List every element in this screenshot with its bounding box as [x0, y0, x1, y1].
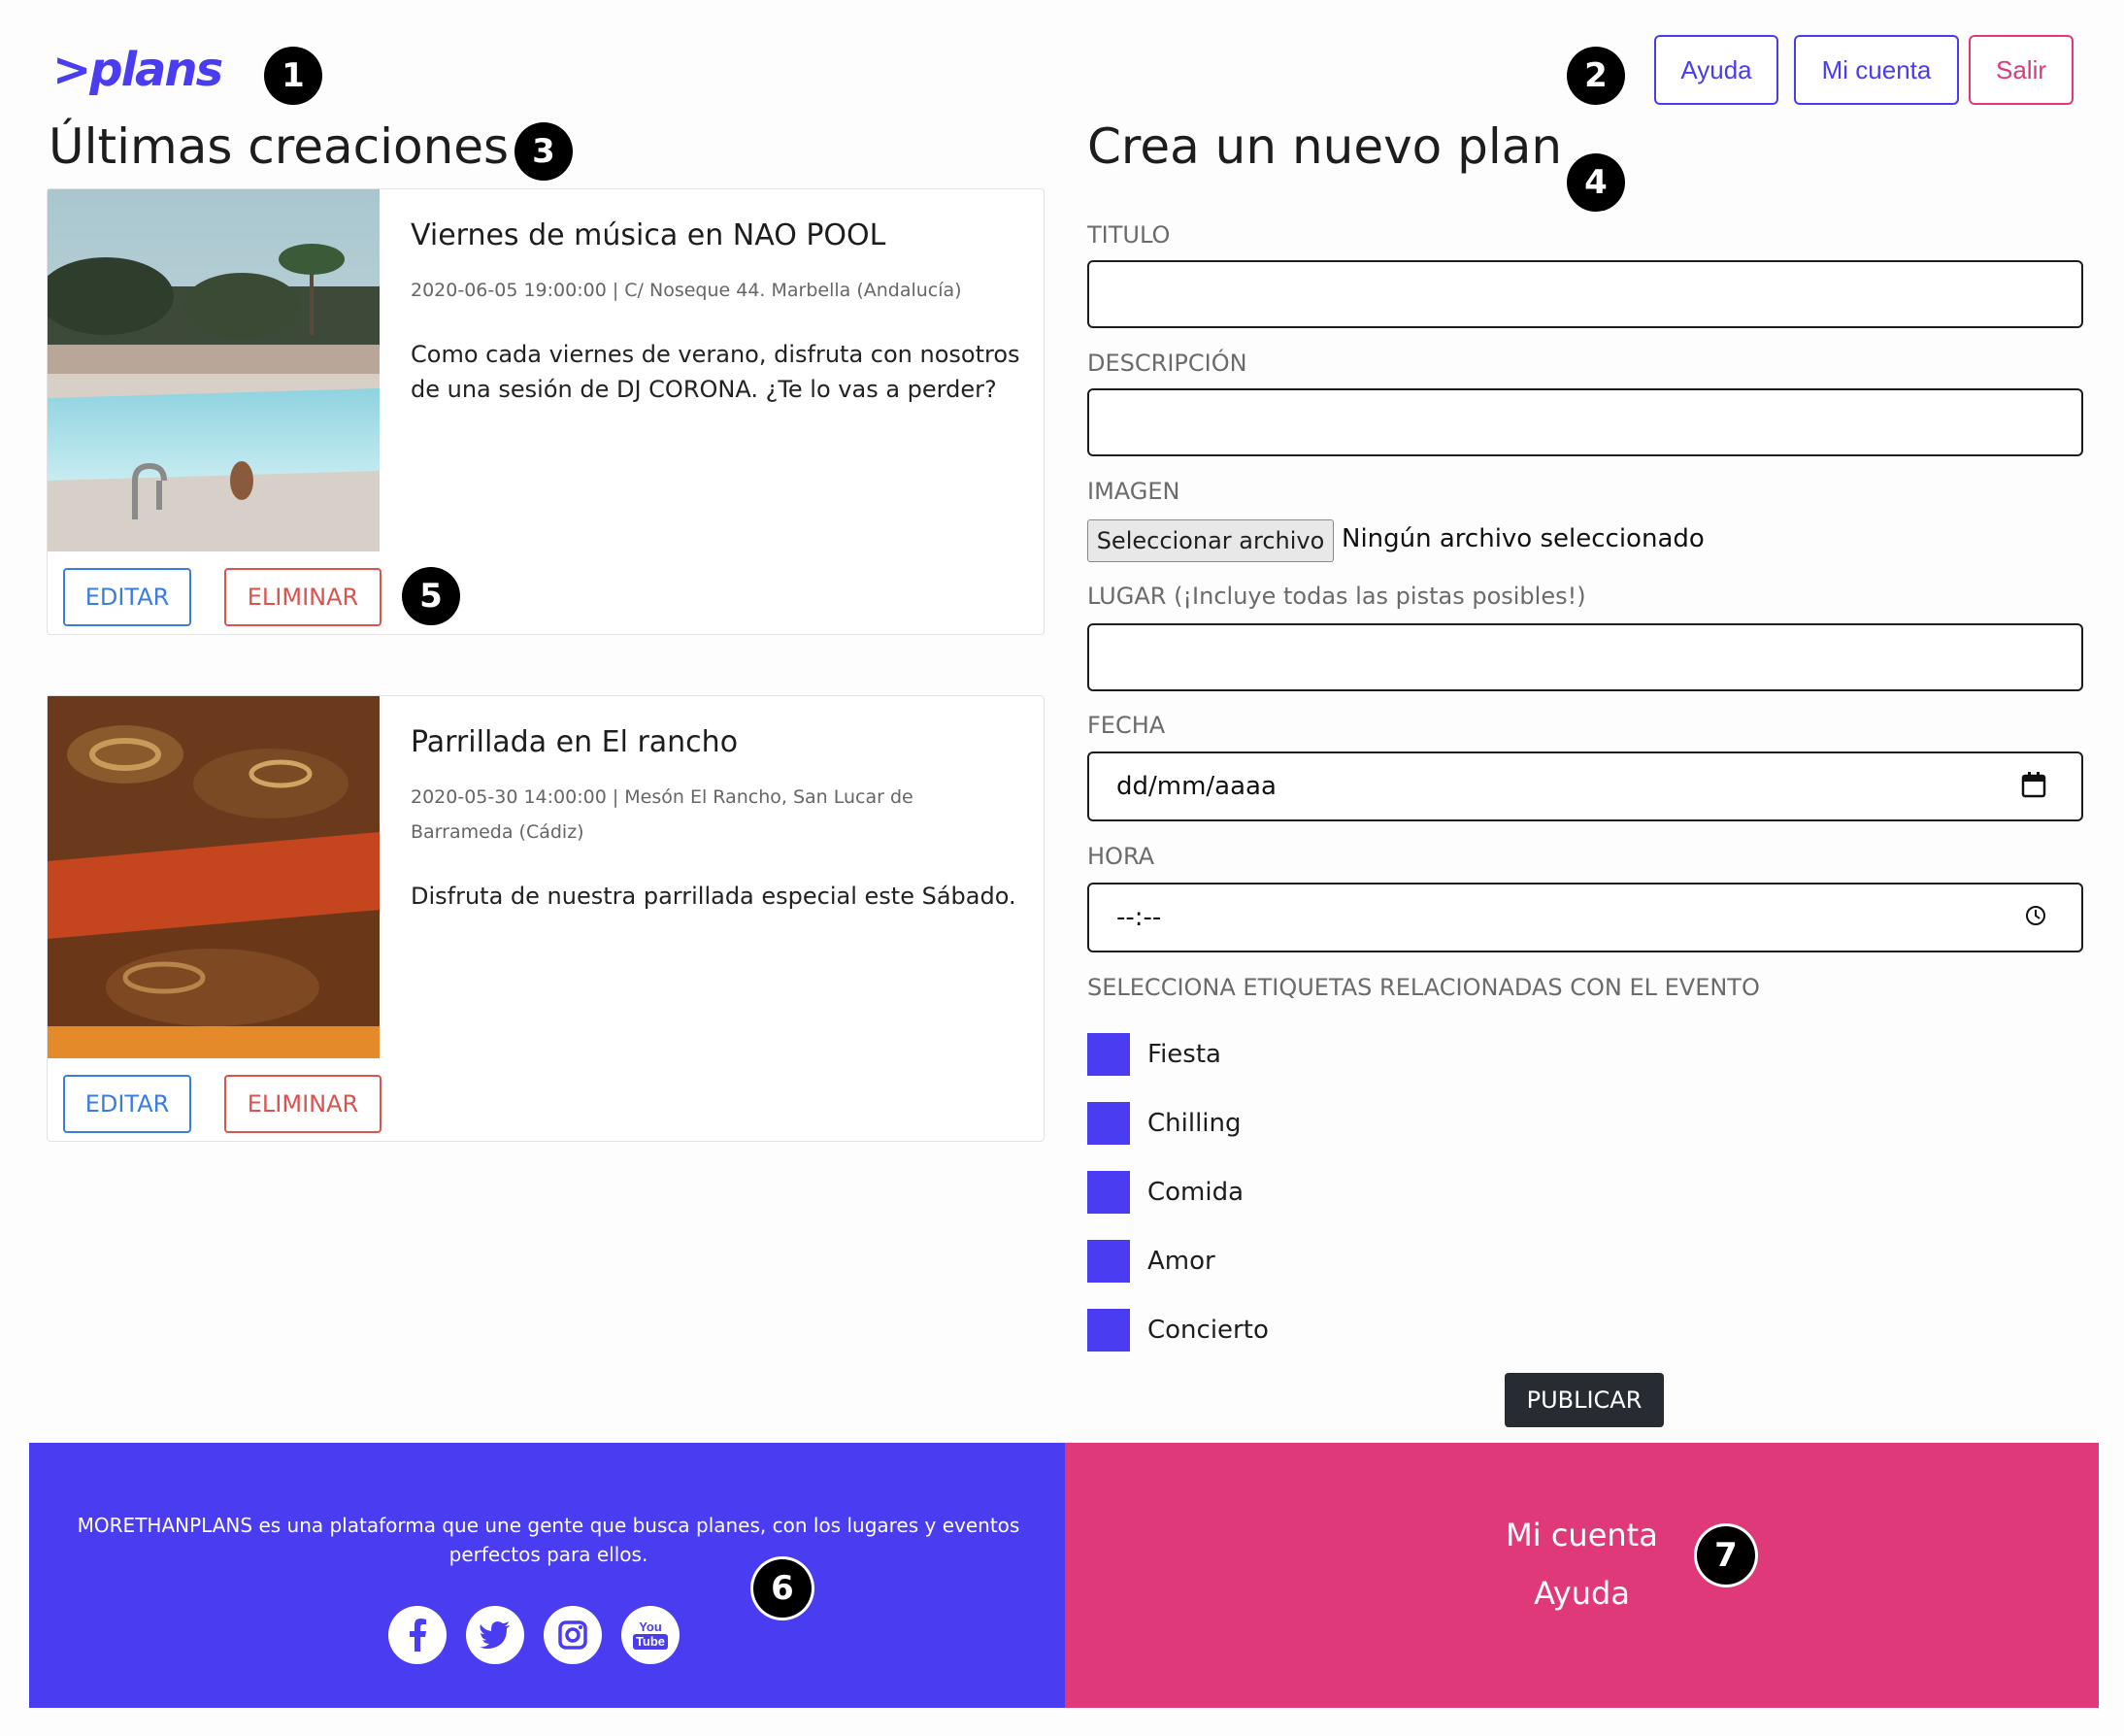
tag-label: Chilling [1147, 1109, 1242, 1138]
annotation-marker-6: 6 [753, 1559, 812, 1618]
footer-help-link[interactable]: Ayuda [1065, 1575, 2099, 1612]
tag-checkbox-chilling[interactable]: Chilling [1087, 1102, 1242, 1145]
annotation-marker-1: 1 [264, 47, 322, 105]
delete-plan-button[interactable]: ELIMINAR [224, 1075, 382, 1133]
annotation-marker-7: 7 [1697, 1526, 1755, 1585]
time-input-value: --:-- [1116, 903, 1162, 932]
tag-checkbox-fiesta[interactable]: Fiesta [1087, 1033, 1221, 1076]
plan-thumbnail-pool [48, 189, 380, 551]
checkbox[interactable] [1087, 1102, 1130, 1145]
checkbox[interactable] [1087, 1171, 1130, 1214]
choose-file-button[interactable]: Seleccionar archivo [1087, 519, 1334, 562]
calendar-icon[interactable] [2021, 771, 2046, 802]
place-field-label: LUGAR (¡Incluye todas las pistas posible… [1087, 583, 1586, 610]
tags-field-label: SELECCIONA ETIQUETAS RELACIONADAS CON EL… [1087, 974, 1760, 1001]
tag-label: Comida [1147, 1178, 1245, 1207]
plan-description: Disfruta de nuestra parrillada especial … [411, 883, 1016, 910]
plan-description: Como cada viernes de verano, disfruta co… [411, 341, 1020, 403]
footer-links: Mi cuenta Ayuda [1065, 1443, 2099, 1708]
help-nav-button[interactable]: Ayuda [1654, 35, 1778, 105]
plan-card: Viernes de música en NAO POOL 2020-06-05… [47, 188, 1045, 635]
checkbox[interactable] [1087, 1033, 1130, 1076]
publish-button[interactable]: PUBLICAR [1505, 1373, 1664, 1427]
description-field-label: DESCRIPCIÓN [1087, 350, 1247, 377]
tag-label: Amor [1147, 1247, 1215, 1276]
footer-about-text: MORETHANPLANS es una plataforma que une … [77, 1514, 1020, 1566]
plan-title[interactable]: Viernes de música en NAO POOL [411, 218, 885, 252]
app-logo[interactable]: >plans [52, 43, 223, 97]
title-field-label: TITULO [1087, 221, 1171, 249]
plan-meta: 2020-05-30 14:00:00 | Mesón El Rancho, S… [411, 786, 913, 843]
checkbox[interactable] [1087, 1240, 1130, 1283]
plan-title[interactable]: Parrillada en El rancho [411, 725, 738, 759]
new-plan-title: Crea un nuevo plan [1087, 118, 1563, 175]
annotation-marker-3: 3 [514, 122, 573, 181]
description-input[interactable] [1087, 388, 2083, 456]
youtube-icon-text-bottom: Tube [632, 1634, 669, 1650]
annotation-marker-5: 5 [402, 567, 460, 625]
edit-plan-button[interactable]: EDITAR [63, 1075, 191, 1133]
plan-card: Parrillada en El rancho 2020-05-30 14:00… [47, 695, 1045, 1142]
delete-plan-button[interactable]: ELIMINAR [224, 568, 382, 626]
youtube-icon[interactable]: You Tube [621, 1606, 680, 1664]
date-field-label: FECHA [1087, 712, 1166, 739]
time-input[interactable]: --:-- [1087, 883, 2083, 952]
title-input[interactable] [1087, 260, 2083, 328]
date-input-value: dd/mm/aaaa [1116, 772, 1277, 801]
recent-section-title: Últimas creaciones [49, 118, 510, 175]
tag-label: Fiesta [1147, 1040, 1221, 1069]
tag-checkbox-comida[interactable]: Comida [1087, 1171, 1244, 1214]
logout-nav-button[interactable]: Salir [1969, 35, 2074, 105]
tag-label: Concierto [1147, 1316, 1269, 1345]
instagram-icon[interactable] [544, 1606, 602, 1664]
clock-icon[interactable] [2025, 905, 2046, 930]
date-input[interactable]: dd/mm/aaaa [1087, 751, 2083, 821]
facebook-icon[interactable] [388, 1606, 447, 1664]
checkbox[interactable] [1087, 1309, 1130, 1352]
youtube-icon-text-top: You [639, 1619, 662, 1634]
twitter-icon[interactable] [466, 1606, 524, 1664]
tag-checkbox-concierto[interactable]: Concierto [1087, 1309, 1269, 1352]
annotation-marker-2: 2 [1567, 47, 1625, 105]
account-nav-button[interactable]: Mi cuenta [1794, 35, 1959, 105]
footer-account-link[interactable]: Mi cuenta [1065, 1517, 2099, 1553]
plan-thumbnail-grill [48, 696, 380, 1058]
annotation-marker-4: 4 [1567, 153, 1625, 212]
time-field-label: HORA [1087, 843, 1155, 870]
image-field-label: IMAGEN [1087, 478, 1180, 505]
edit-plan-button[interactable]: EDITAR [63, 568, 191, 626]
tag-checkbox-amor[interactable]: Amor [1087, 1240, 1215, 1283]
file-status-text: Ningún archivo seleccionado [1342, 524, 1705, 553]
plan-meta: 2020-06-05 19:00:00 | C/ Noseque 44. Mar… [411, 280, 962, 301]
place-input[interactable] [1087, 623, 2083, 691]
footer-about: MORETHANPLANS es una plataforma que une … [29, 1443, 1065, 1708]
